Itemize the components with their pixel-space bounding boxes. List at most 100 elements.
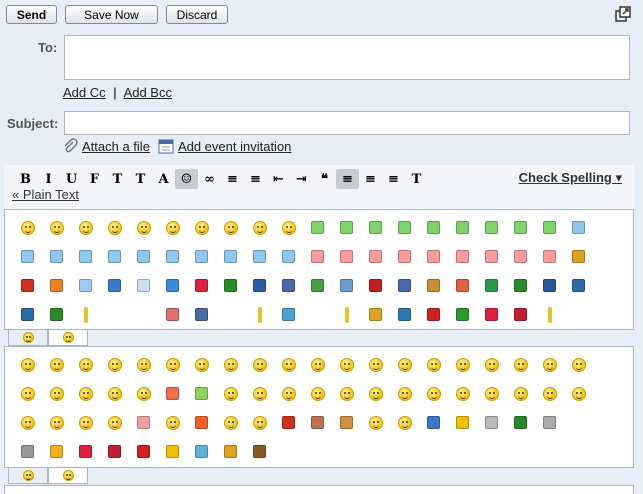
clover-emoticon[interactable] (216, 271, 245, 300)
rose-emoticon[interactable] (100, 437, 129, 466)
music-emoticon[interactable] (13, 300, 42, 329)
briefcase-emoticon[interactable] (419, 271, 448, 300)
text-color-icon[interactable]: T (129, 169, 152, 189)
poop-emoticon[interactable] (245, 437, 274, 466)
blue-emoticon[interactable] (129, 242, 158, 271)
smiley-emoticon[interactable] (564, 379, 593, 408)
bar-emoticon[interactable] (535, 300, 564, 329)
smiley-emoticon[interactable] (303, 379, 332, 408)
question-emoticon[interactable] (390, 300, 419, 329)
check-spelling-link[interactable]: Check Spelling ▾ (519, 170, 622, 186)
blue-emoticon[interactable] (564, 213, 593, 242)
smiley-emoticon[interactable] (100, 408, 129, 437)
smiley-emoticon[interactable] (274, 350, 303, 379)
smiley-emoticon[interactable] (245, 379, 274, 408)
smiley-emoticon[interactable] (477, 379, 506, 408)
blue-emoticon[interactable] (158, 242, 187, 271)
red-emoticon[interactable] (332, 242, 361, 271)
smiley-emoticon[interactable] (100, 213, 129, 242)
font-icon[interactable]: F (83, 169, 106, 189)
moon-emoticon[interactable] (158, 271, 187, 300)
green-emoticon[interactable] (448, 213, 477, 242)
smiley-emoticon[interactable] (158, 213, 187, 242)
smiley-emoticon[interactable] (13, 408, 42, 437)
quote-icon[interactable]: ❝ (313, 169, 336, 189)
umbrella-emoticon[interactable] (100, 271, 129, 300)
pig-emoticon[interactable] (129, 408, 158, 437)
exclaims-emoticon[interactable] (419, 300, 448, 329)
underline-icon[interactable]: U (60, 169, 83, 189)
add-event-invitation-link[interactable]: Add event invitation (178, 139, 291, 154)
smiley-emoticon[interactable] (42, 350, 71, 379)
emoticon-tab-animated[interactable] (48, 330, 88, 346)
blue-emoticon[interactable] (274, 242, 303, 271)
cloud-emoticon[interactable] (71, 271, 100, 300)
red-emoticon[interactable] (477, 242, 506, 271)
message-body[interactable] (4, 485, 634, 494)
green-emoticon[interactable] (361, 213, 390, 242)
align-right-icon[interactable]: ≡ (382, 169, 405, 189)
highlight-color-icon[interactable]: A (152, 169, 175, 189)
smiley-emoticon[interactable] (390, 379, 419, 408)
numbered-list-icon[interactable]: ≡ (221, 169, 244, 189)
attach-file-link[interactable]: Attach a file (82, 139, 150, 154)
smiley-emoticon[interactable] (535, 350, 564, 379)
devil-emoticon[interactable] (274, 408, 303, 437)
cocktail-emoticon[interactable] (274, 300, 303, 329)
smiley-emoticon[interactable] (245, 408, 274, 437)
syringe-emoticon[interactable] (332, 271, 361, 300)
red-emoticon[interactable] (303, 242, 332, 271)
smiley-emoticon[interactable] (71, 408, 100, 437)
smiley-emoticon[interactable] (245, 213, 274, 242)
snowman-emoticon[interactable] (129, 271, 158, 300)
smiley-emoticon[interactable] (361, 350, 390, 379)
subject-field[interactable] (64, 111, 630, 135)
laptop-emoticon[interactable] (390, 271, 419, 300)
clock-emoticon[interactable] (448, 271, 477, 300)
smiley-emoticon[interactable] (390, 408, 419, 437)
smiley-emoticon[interactable] (274, 379, 303, 408)
car-emoticon[interactable] (477, 271, 506, 300)
green-emoticon[interactable] (390, 213, 419, 242)
cup-emoticon[interactable] (535, 408, 564, 437)
sun-emoticon[interactable] (42, 271, 71, 300)
bold-icon[interactable]: B (14, 169, 37, 189)
fork-emoticon[interactable] (187, 300, 216, 329)
smiley-emoticon[interactable] (390, 350, 419, 379)
question2-emoticon[interactable] (448, 300, 477, 329)
green-emoticon[interactable] (535, 213, 564, 242)
smiley-emoticon[interactable] (42, 213, 71, 242)
smiley-emoticon[interactable] (506, 350, 535, 379)
green-emoticon[interactable] (303, 213, 332, 242)
smiley-emoticon[interactable] (71, 350, 100, 379)
tv-emoticon[interactable] (42, 300, 71, 329)
smiley-emoticon[interactable] (216, 408, 245, 437)
candle-emoticon[interactable] (158, 437, 187, 466)
drop-emoticon[interactable] (187, 437, 216, 466)
blue-emoticon[interactable] (100, 242, 129, 271)
to-field[interactable] (64, 35, 630, 80)
smiley-emoticon[interactable] (158, 408, 187, 437)
italic-icon[interactable]: I (37, 169, 60, 189)
emoticon-tab-animated-2[interactable] (48, 468, 88, 484)
red-emoticon[interactable] (506, 242, 535, 271)
smiley-emoticon[interactable] (477, 350, 506, 379)
emoticon-tab-classic[interactable] (8, 330, 48, 346)
umbrella-emoticon[interactable] (419, 408, 448, 437)
heart-emoticon[interactable] (71, 437, 100, 466)
wheel-emoticon[interactable] (477, 408, 506, 437)
smiley-emoticon[interactable] (100, 350, 129, 379)
camera2-emoticon[interactable] (535, 271, 564, 300)
smiley-emoticon[interactable] (506, 379, 535, 408)
smiley-emoticon[interactable] (448, 379, 477, 408)
smiley-emoticon[interactable] (564, 350, 593, 379)
clover-emoticon[interactable] (506, 408, 535, 437)
smiley-emoticon[interactable] (216, 379, 245, 408)
smiley-emoticon[interactable] (13, 379, 42, 408)
popout-icon[interactable] (615, 6, 631, 22)
blue-emoticon[interactable] (187, 242, 216, 271)
pin-emoticon[interactable] (506, 271, 535, 300)
smiley-emoticon[interactable] (245, 350, 274, 379)
stop-emoticon[interactable] (129, 437, 158, 466)
smiley-emoticon[interactable] (129, 350, 158, 379)
